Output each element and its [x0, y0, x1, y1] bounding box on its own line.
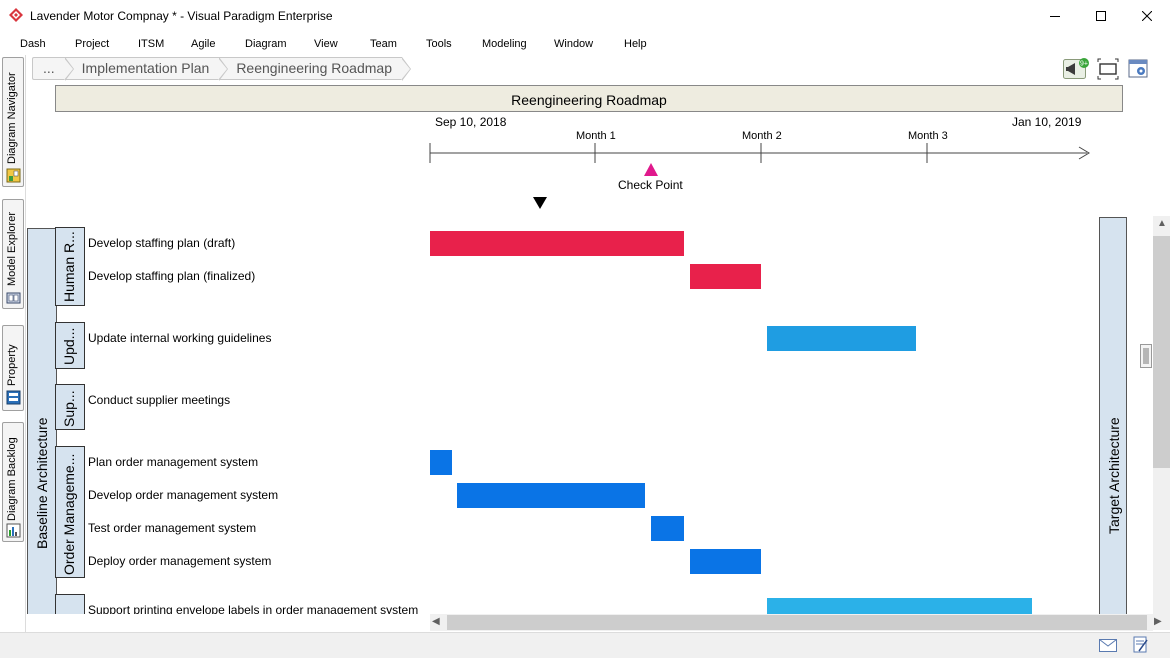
diagram-navigator-icon: [6, 168, 21, 183]
model-explorer-icon: [6, 292, 21, 304]
menu-agile[interactable]: Agile: [191, 38, 215, 50]
fit-to-window-icon: [1097, 58, 1119, 80]
fit-diagram-button[interactable]: [1097, 58, 1121, 80]
menu-view[interactable]: View: [314, 38, 338, 50]
splitter-grip-handle[interactable]: [1140, 344, 1152, 368]
tab-model-explorer-label: Model Explorer: [6, 212, 18, 286]
checkpoint-label: Check Point: [618, 178, 683, 192]
task-label-deploy-oms[interactable]: Deploy order management system: [88, 554, 271, 568]
close-button[interactable]: [1124, 0, 1170, 32]
breadcrumb-more[interactable]: ...: [32, 57, 74, 81]
tab-diagram-backlog[interactable]: Diagram Backlog: [2, 422, 24, 542]
vertical-scroll-thumb[interactable]: [1153, 236, 1170, 468]
breadcrumb-implementation-plan[interactable]: Implementation Plan: [64, 57, 229, 81]
menu-bar: Dash Project ITSM Agile Diagram View Tea…: [0, 33, 1170, 55]
maximize-button[interactable]: [1078, 0, 1124, 32]
task-bar-printing-envelopes[interactable]: [767, 598, 1032, 614]
scroll-up-icon[interactable]: ▲: [1157, 218, 1167, 229]
breadcrumb-implementation-plan-label: Implementation Plan: [81, 60, 210, 76]
maximize-icon: [1096, 11, 1106, 21]
lane-baseline-architecture[interactable]: Baseline Architecture: [27, 228, 57, 614]
menu-dash[interactable]: Dash: [20, 38, 46, 50]
tab-diagram-navigator[interactable]: Diagram Navigator: [2, 57, 24, 187]
menu-project[interactable]: Project: [75, 38, 109, 50]
scroll-right-icon[interactable]: ▶: [1154, 616, 1162, 627]
task-label-printing-envelopes[interactable]: Support printing envelope labels in orde…: [88, 603, 418, 614]
group-human-resources-label: Human R...: [61, 231, 77, 302]
breadcrumb-reengineering-roadmap[interactable]: Reengineering Roadmap: [219, 57, 411, 81]
task-label-plan-oms[interactable]: Plan order management system: [88, 455, 258, 469]
task-label-test-oms[interactable]: Test order management system: [88, 521, 256, 535]
group-printing-label: I...: [61, 599, 77, 614]
group-supplier-label: Sup...: [61, 390, 77, 427]
task-label-supplier-meetings[interactable]: Conduct supplier meetings: [88, 393, 230, 407]
lane-baseline-architecture-label: Baseline Architecture: [34, 417, 50, 549]
property-icon: [6, 390, 21, 405]
checkpoint-marker-icon[interactable]: [644, 163, 658, 176]
timeline-axis: [429, 143, 1090, 209]
today-marker-icon[interactable]: [533, 197, 547, 209]
minimize-button[interactable]: [1032, 0, 1078, 32]
mail-icon[interactable]: [1099, 639, 1117, 653]
left-panel-strip: Diagram Navigator Model Explorer Propert…: [0, 55, 26, 645]
document-edit-icon[interactable]: [1133, 636, 1149, 654]
menu-itsm[interactable]: ITSM: [138, 38, 164, 50]
menu-window[interactable]: Window: [554, 38, 593, 50]
window-settings-icon: [1128, 59, 1148, 78]
horizontal-scroll-thumb[interactable]: [447, 615, 1147, 630]
task-label-staffing-draft[interactable]: Develop staffing plan (draft): [88, 236, 235, 250]
menu-team[interactable]: Team: [370, 38, 397, 50]
notification-button[interactable]: 9+: [1063, 58, 1089, 80]
grip-icon: [1143, 348, 1149, 364]
group-order-management[interactable]: Order Manageme...: [55, 446, 85, 578]
lane-target-architecture[interactable]: Target Architecture: [1099, 217, 1127, 614]
minimize-icon: [1050, 16, 1060, 17]
tab-model-explorer[interactable]: Model Explorer: [2, 199, 24, 309]
app-logo-icon: [9, 8, 23, 22]
menu-help[interactable]: Help: [624, 38, 647, 50]
close-icon: [1142, 11, 1152, 21]
notification-badge: 9+: [1080, 61, 1088, 68]
menu-tools[interactable]: Tools: [426, 38, 452, 50]
task-label-staffing-finalized[interactable]: Develop staffing plan (finalized): [88, 269, 255, 283]
breadcrumb-reengineering-roadmap-label: Reengineering Roadmap: [236, 60, 392, 76]
window-title: Lavender Motor Compnay * - Visual Paradi…: [30, 9, 333, 23]
tab-diagram-backlog-label: Diagram Backlog: [6, 437, 18, 521]
task-label-develop-oms[interactable]: Develop order management system: [88, 488, 278, 502]
menu-diagram[interactable]: Diagram: [245, 38, 287, 50]
scroll-left-icon[interactable]: ◀: [432, 616, 440, 627]
group-update-guidelines-label: Upd...: [61, 327, 77, 365]
title-bar: Lavender Motor Compnay * - Visual Paradi…: [0, 0, 1170, 32]
tab-property-label: Property: [6, 344, 18, 386]
breadcrumb: ... Implementation Plan Reengineering Ro…: [32, 57, 411, 81]
group-update-guidelines[interactable]: Upd...: [55, 322, 85, 369]
lane-target-architecture-label: Target Architecture: [1106, 417, 1122, 534]
task-bar-staffing-finalized[interactable]: [690, 264, 761, 289]
diagram-settings-button[interactable]: [1127, 58, 1151, 80]
task-bar-test-oms[interactable]: [651, 516, 684, 541]
megaphone-icon: 9+: [1063, 58, 1089, 79]
task-bar-update-guidelines[interactable]: [767, 326, 916, 351]
task-bar-staffing-draft[interactable]: [430, 231, 684, 256]
tab-diagram-navigator-label: Diagram Navigator: [6, 72, 18, 164]
tab-property[interactable]: Property: [2, 325, 24, 411]
task-bar-deploy-oms[interactable]: [690, 549, 761, 574]
diagram-canvas[interactable]: Reengineering Roadmap Sep 10, 2018 Jan 1…: [27, 81, 1153, 614]
group-human-resources[interactable]: Human R...: [55, 227, 85, 306]
group-order-management-label: Order Manageme...: [61, 453, 77, 575]
task-bar-plan-oms[interactable]: [430, 450, 452, 475]
breadcrumb-more-label: ...: [43, 60, 55, 76]
group-printing[interactable]: I...: [55, 594, 85, 614]
task-label-update-guidelines[interactable]: Update internal working guidelines: [88, 331, 271, 345]
menu-modeling[interactable]: Modeling: [482, 38, 527, 50]
status-bar: [0, 632, 1170, 658]
group-supplier[interactable]: Sup...: [55, 384, 85, 430]
diagram-backlog-icon: [6, 523, 21, 538]
task-bar-develop-oms[interactable]: [457, 483, 645, 508]
